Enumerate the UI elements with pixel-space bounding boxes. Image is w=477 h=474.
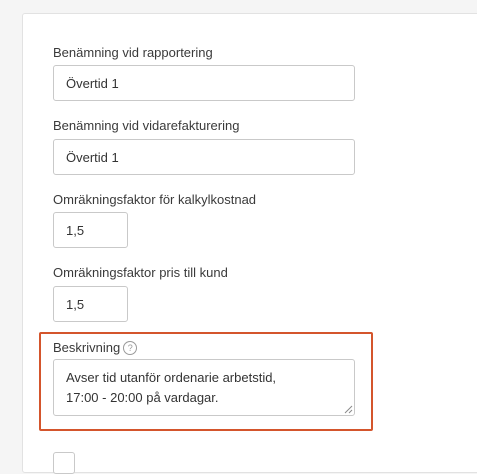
reinvoicing-name-input[interactable]	[53, 139, 355, 175]
cost-factor-input[interactable]	[53, 212, 128, 248]
next-field-checkbox[interactable]	[53, 452, 75, 474]
description-label-row: Beskrivning?	[53, 340, 138, 355]
price-factor-label: Omräkningsfaktor pris till kund	[53, 265, 228, 280]
reporting-name-input[interactable]	[53, 65, 355, 101]
question-circle-icon[interactable]: ?	[123, 341, 138, 355]
description-label: Beskrivning	[53, 340, 121, 355]
description-textarea[interactable]: Avser tid utanför ordenarie arbetstid, 1…	[53, 359, 355, 416]
reinvoicing-name-label: Benämning vid vidarefakturering	[53, 118, 240, 133]
reporting-name-label: Benämning vid rapportering	[53, 45, 213, 60]
price-factor-input[interactable]	[53, 286, 128, 322]
cost-factor-label: Omräkningsfaktor för kalkylkostnad	[53, 192, 257, 207]
